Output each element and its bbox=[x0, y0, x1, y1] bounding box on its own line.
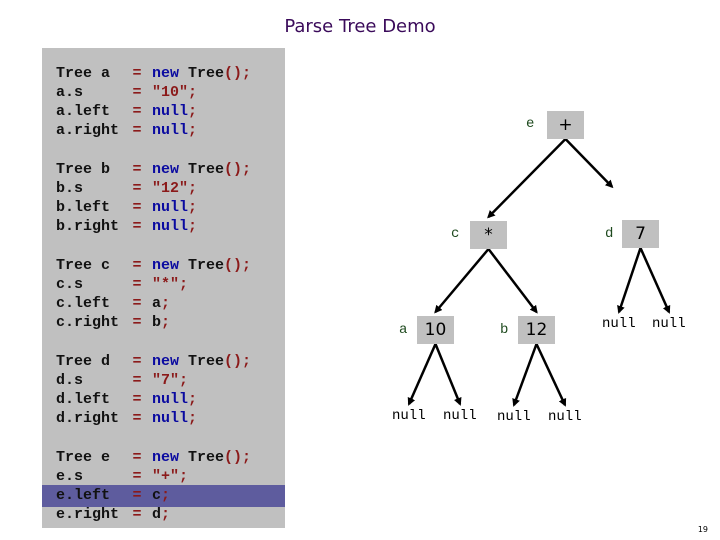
null-a-left: null bbox=[392, 408, 426, 424]
null-b-right: null bbox=[548, 409, 582, 425]
tree-node-e: + bbox=[547, 111, 584, 139]
tree-node-d: 7 bbox=[622, 220, 659, 248]
tree-edge-a-to-null-a-left bbox=[407, 343, 437, 406]
null-b-left: null bbox=[497, 409, 531, 425]
node-label-c: c bbox=[451, 226, 460, 242]
tree-node-a: 10 bbox=[417, 316, 454, 344]
node-label-a: a bbox=[399, 322, 408, 338]
tree-node-c: * bbox=[470, 221, 507, 249]
tree-edge-e-to-d bbox=[564, 138, 614, 189]
node-label-e: e bbox=[526, 116, 535, 132]
null-d-right: null bbox=[652, 316, 686, 332]
tree-edge-c-to-b bbox=[487, 248, 538, 314]
tree-edge-a-to-null-a-right bbox=[434, 343, 462, 406]
null-a-right: null bbox=[443, 408, 477, 424]
tree-edge-b-to-null-b-right bbox=[535, 343, 567, 407]
null-d-left: null bbox=[602, 316, 636, 332]
tree-node-b: 12 bbox=[518, 316, 555, 344]
tree-edge-c-to-a bbox=[434, 248, 490, 314]
parse-tree-diagram: + e * c 7 d 10 a 12 b null null null nul… bbox=[0, 0, 720, 540]
tree-edges bbox=[407, 138, 671, 407]
node-label-b: b bbox=[500, 322, 509, 338]
tree-edge-e-to-c bbox=[487, 138, 567, 219]
tree-edge-d-to-null-d-right bbox=[639, 247, 671, 314]
tree-edge-b-to-null-b-left bbox=[512, 343, 538, 407]
tree-edge-d-to-null-d-left bbox=[617, 247, 642, 314]
page-number: 19 bbox=[697, 525, 708, 534]
node-label-d: d bbox=[605, 226, 614, 242]
